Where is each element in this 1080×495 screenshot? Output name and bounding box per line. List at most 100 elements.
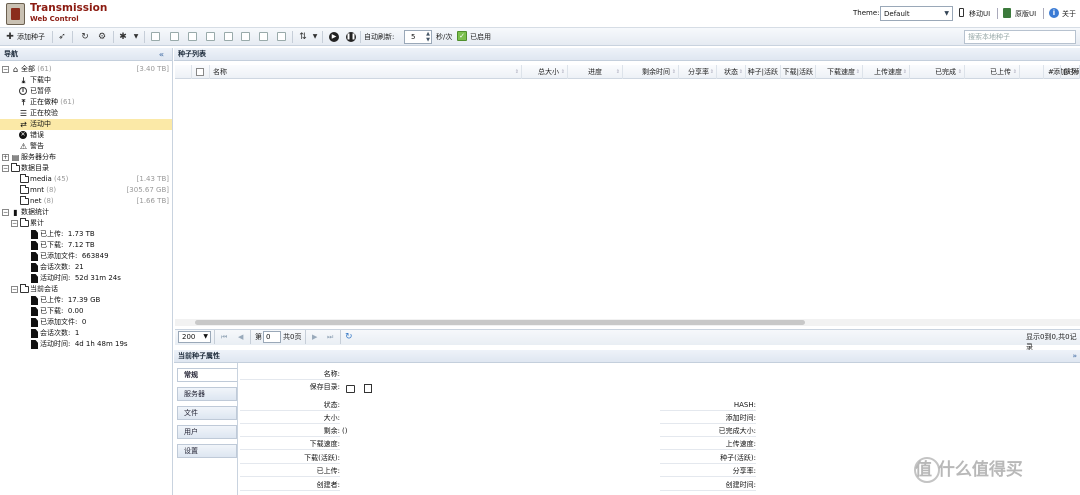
collapse-toggle-icon[interactable]: − [2,209,9,216]
column-header-uploaded[interactable]: 已上传 ⇕ [965,65,1020,79]
play-all-icon[interactable]: ▶ [329,32,339,42]
nav-item-active[interactable]: ⇄ 活动中 [0,119,172,130]
column-header-upload-speed[interactable]: 上传速度 ⇕ [863,65,910,79]
auto-refresh-checkbox[interactable]: ✓ [457,31,467,41]
nav-item-size: [1.66 TB] [136,197,169,205]
detail-field-download-speed: 下载速度: [240,438,340,450]
detail-field-hash: HASH: [660,399,756,411]
collapse-toggle-icon[interactable]: − [2,165,9,172]
column-header-download-speed[interactable]: 下载速度 ⇕ [816,65,863,79]
mobile-ui-link[interactable]: 移动UI [969,9,990,19]
column-header-status[interactable]: 状态 ⇕ [717,65,746,79]
expand-toggle-icon[interactable]: + [2,154,9,161]
refresh-interval-input[interactable]: 5 ▲ ▼ [404,30,432,44]
detail-label: 已完成大小: [718,427,756,435]
reload-icon[interactable]: ↻ [345,332,353,342]
nav-item-dir-media[interactable]: media (45) [1.43 TB] [0,174,172,185]
select-all-checkbox[interactable] [196,68,204,76]
tab-files[interactable]: 文件 [177,406,237,420]
last-page-icon[interactable]: ⏭ [327,332,333,342]
folder-icon[interactable] [346,385,355,393]
stat-row: 会话次数: 1 [0,328,172,339]
sort-icon: ⇕ [738,69,743,75]
column-header-ratio[interactable]: 分享率 ⇕ [679,65,717,79]
tab-settings[interactable]: 设置 [177,444,237,458]
nav-item-label: 数据目录 [21,164,49,172]
nav-item-total[interactable]: − 累计 [0,218,172,229]
copy-icon[interactable] [364,384,372,393]
column-header-remaining[interactable]: 剩余时间 ⇕ [623,65,679,79]
nav-item-seeding[interactable]: ⤒ 正在做种 (61) [0,97,172,108]
tracker-icon[interactable] [277,32,286,41]
gear-icon[interactable]: ⚙ [97,32,107,42]
reannounce-icon[interactable] [224,32,233,41]
collapse-toggle-icon[interactable]: − [2,66,9,73]
divider [997,8,998,19]
tab-peers[interactable]: 用户 [177,425,237,439]
stat-value: 0.00 [67,307,84,315]
refresh-icon[interactable]: ↻ [80,32,90,42]
stat-label: 已添加文件: [40,252,78,260]
torrent-list-title: 种子列表 [174,48,1080,61]
column-header-queue[interactable]: 队列 [1061,65,1080,79]
column-header-size[interactable]: 总大小 ⇕ [522,65,568,79]
chevron-down-icon[interactable]: ▼ [131,32,141,42]
nav-item-session[interactable]: − 当前会话 [0,284,172,295]
nav-item-data-dir[interactable]: − 数据目录 [0,163,172,174]
horizontal-scrollbar-thumb[interactable] [195,320,805,325]
pause-all-icon[interactable]: ❚❚ [346,32,356,42]
stats-icon[interactable] [241,32,250,41]
column-header-index[interactable]: # [1043,65,1061,79]
pause-icon[interactable] [170,32,179,41]
prev-page-icon[interactable]: ◀ [238,332,243,342]
nav-item-warning[interactable]: ⚠ 警告 [0,141,172,152]
collapse-toggle-icon[interactable]: − [11,220,18,227]
spinner-icon[interactable]: ▲ ▼ [426,31,430,43]
sort-icon: ⇕ [957,69,962,75]
column-header-name[interactable]: 名称 ⇕ [210,65,522,79]
column-header-label: 下载|活跃 [782,68,813,76]
nav-item-dir-mnt[interactable]: mnt (8) [305.67 GB] [0,185,172,196]
verify-icon[interactable] [206,32,215,41]
original-ui-link[interactable]: 原版UI [1015,9,1036,19]
nav-item-server-distribution[interactable]: + ▤ 服务器分布 [0,152,172,163]
first-page-icon[interactable]: ⏮ [221,332,227,342]
nav-item-downloading[interactable]: ⤓ 下载中 [0,75,172,86]
page-number-input[interactable]: 0 [263,331,281,343]
divider [250,330,251,344]
search-input[interactable]: 搜索本地种子 [964,30,1076,44]
start-icon[interactable] [151,32,160,41]
collapse-toggle-icon[interactable]: − [11,286,18,293]
delete-icon[interactable] [188,32,197,41]
column-header-progress[interactable]: 进度 ⇕ [568,65,623,79]
plugin-icon[interactable]: ✱ [118,32,128,42]
collapse-icon[interactable]: « [159,48,164,61]
nav-item-label: 全部 [21,65,35,73]
nav-item-error[interactable]: ✕ 错误 [0,130,172,141]
page-size-select[interactable]: 200 ▼ [178,331,211,343]
rocket-icon[interactable]: ➶ [57,32,67,42]
nav-item-label: 正在做种 [30,98,58,106]
column-header-seeds[interactable]: 种子|活跃 [746,65,781,79]
tab-general[interactable]: 常规 [177,368,237,382]
collapse-icon[interactable]: » [1072,350,1077,363]
column-header-completed[interactable]: 已完成 ⇕ [910,65,965,79]
tab-trackers[interactable]: 服务器 [177,387,237,401]
toolbar [0,28,1080,46]
chevron-down-icon[interactable]: ▼ [310,32,320,42]
column-header-label: 已完成 [935,68,956,76]
folder-icon[interactable] [259,32,268,41]
nav-item-paused[interactable]: II 已暂停 [0,86,172,97]
nav-item-dir-net[interactable]: net (8) [1.66 TB] [0,196,172,207]
nav-item-all[interactable]: − ⌂ 全部 (61) [3.40 TB] [0,64,172,75]
nav-item-stats[interactable]: − ▮ 数据统计 [0,207,172,218]
add-torrent-button[interactable]: 添加种子 [17,30,45,44]
about-link[interactable]: 关于 [1062,9,1076,19]
column-header-peers[interactable]: 下载|活跃 [781,65,816,79]
sort-icon[interactable]: ⇅ [298,32,308,42]
detail-field-remaining: 剩余: [240,425,340,437]
file-icon [31,274,38,283]
next-page-icon[interactable]: ▶ [312,332,317,342]
nav-item-checking[interactable]: ☰ 正在校验 [0,108,172,119]
theme-select[interactable]: Default ▼ [880,6,953,21]
